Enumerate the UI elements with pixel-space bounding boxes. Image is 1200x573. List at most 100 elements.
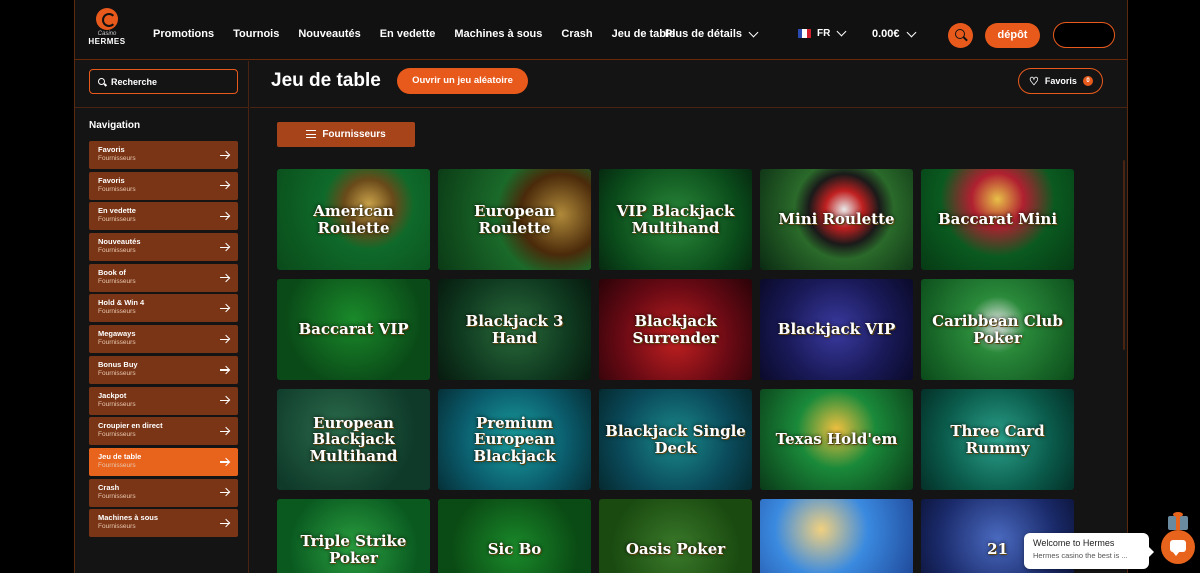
game-title: Premium European Blackjack	[473, 413, 556, 465]
more-menu-label: Plus de détails	[665, 28, 743, 40]
sidebar-search-input[interactable]: Recherche	[89, 69, 238, 94]
language-selector[interactable]: FR	[798, 26, 847, 39]
game-tile[interactable]: Blackjack VIP	[760, 279, 913, 380]
sidebar-item[interactable]: Megaways Fournisseurs	[89, 325, 238, 354]
game-tile[interactable]: Three Card Rummy	[921, 389, 1074, 490]
game-tile[interactable]: Blackjack Single Deck	[599, 389, 752, 490]
chat-icon[interactable]	[1161, 530, 1195, 564]
game-title: Baccarat Mini	[937, 210, 1058, 229]
brand-name: HERMES	[88, 37, 126, 46]
game-tile[interactable]: Triple Strike Poker	[277, 499, 430, 573]
game-title: Three Card Rummy	[950, 422, 1045, 457]
game-tile[interactable]	[760, 499, 913, 573]
scrollbar[interactable]	[1123, 160, 1125, 350]
divider	[250, 107, 1127, 108]
random-game-button[interactable]: Ouvrir un jeu aléatoire	[397, 68, 528, 94]
deposit-button[interactable]: dépôt	[985, 23, 1040, 48]
game-tile[interactable]: American Roulette	[277, 169, 430, 270]
arrow-right-icon	[220, 488, 230, 498]
sidebar-item[interactable]: Favoris Fournisseurs	[89, 141, 238, 169]
nav-item-nouveautes[interactable]: Nouveautés	[298, 28, 360, 40]
more-menu[interactable]: Plus de détails	[665, 27, 759, 40]
sidebar-item-sub: Fournisseurs	[98, 339, 136, 347]
sidebar-item[interactable]: En vedette Fournisseurs	[89, 202, 238, 231]
sidebar-item-label: Megaways	[98, 329, 136, 339]
nav-item-crash[interactable]: Crash	[561, 28, 592, 40]
game-title: American Roulette	[313, 202, 394, 237]
chevron-down-icon	[906, 27, 916, 37]
sidebar-item[interactable]: Book of Fournisseurs	[89, 263, 238, 292]
chevron-down-icon	[748, 27, 759, 37]
sidebar-item[interactable]: Jeu de table Fournisseurs	[89, 447, 238, 476]
game-tile[interactable]: VIP Blackjack Multihand	[599, 169, 752, 270]
arrow-right-icon	[220, 426, 230, 436]
sidebar-item[interactable]: Favoris Fournisseurs	[89, 171, 238, 200]
sidebar-item-sub: Fournisseurs	[98, 461, 136, 469]
divider	[75, 107, 249, 108]
sidebar-item-sub: Fournisseurs	[98, 277, 136, 285]
arrow-right-icon	[220, 365, 230, 375]
search-button[interactable]	[948, 23, 973, 48]
game-tile[interactable]: European Blackjack Multihand	[277, 389, 430, 490]
balance-value: 0.00€	[872, 28, 900, 40]
game-tile[interactable]: Baccarat Mini	[921, 169, 1074, 270]
sidebar-item-label: Machines à sous	[98, 513, 159, 523]
sidebar-item[interactable]: Crash Fournisseurs	[89, 478, 238, 507]
nav-item-machines[interactable]: Machines à sous	[454, 28, 542, 40]
nav-item-tournois[interactable]: Tournois	[233, 28, 279, 40]
game-title: Caribbean Club Poker	[932, 312, 1063, 347]
game-grid: American Roulette European Roulette VIP Bl…	[277, 169, 1075, 573]
sidebar-item[interactable]: Croupier en direct Fournisseurs	[89, 417, 238, 446]
game-tile[interactable]: Sic Bo	[438, 499, 591, 573]
game-tile[interactable]: Premium European Blackjack	[438, 389, 591, 490]
heart-icon: ♡	[1029, 75, 1039, 88]
chat-popup[interactable]: Welcome to Hermes Hermes casino the best…	[1024, 533, 1154, 569]
search-icon	[98, 78, 105, 85]
game-tile[interactable]: Texas Hold'em	[760, 389, 913, 490]
sidebar-search-placeholder: Recherche	[111, 76, 158, 87]
sidebar-title: Navigation	[89, 120, 141, 131]
game-tile[interactable]: European Roulette	[438, 169, 591, 270]
hermes-logo-icon	[96, 8, 118, 30]
main-nav: Promotions Tournois Nouveautés En vedett…	[153, 28, 694, 40]
account-button[interactable]	[1053, 22, 1115, 48]
arrow-right-icon	[220, 303, 230, 313]
sidebar-item-label: Jackpot	[98, 390, 127, 400]
sidebar-item-sub: Fournisseurs	[98, 523, 136, 531]
sidebar-item-label: Croupier en direct	[98, 421, 163, 431]
balance-selector[interactable]: 0.00€	[872, 27, 916, 40]
language-label: FR	[817, 28, 831, 39]
page-title: Jeu de table	[271, 70, 381, 91]
providers-filter-button[interactable]: Fournisseurs	[277, 122, 415, 147]
nav-item-en-vedette[interactable]: En vedette	[380, 28, 436, 40]
game-tile[interactable]: Blackjack 3 Hand	[438, 279, 591, 380]
top-header: Casino HERMES Promotions Tournois Nouvea…	[75, 0, 1127, 60]
game-tile[interactable]: Mini Roulette	[760, 169, 913, 270]
sidebar-item-label: Favoris	[98, 145, 125, 154]
game-tile[interactable]: Baccarat VIP	[277, 279, 430, 380]
sidebar-item[interactable]: Nouveautés Fournisseurs	[89, 233, 238, 262]
page-frame: Casino HERMES Promotions Tournois Nouvea…	[74, 0, 1128, 573]
game-tile[interactable]: Oasis Poker	[599, 499, 752, 573]
game-title: Mini Roulette	[778, 210, 895, 229]
sidebar-item-label: En vedette	[98, 206, 136, 216]
sidebar-item-sub: Fournisseurs	[98, 400, 136, 408]
game-title: Blackjack 3 Hand	[465, 312, 564, 347]
gift-icon[interactable]	[1163, 512, 1193, 530]
sidebar-item[interactable]: Bonus Buy Fournisseurs	[89, 355, 238, 384]
sidebar-item[interactable]: Machines à sous Fournisseurs	[89, 509, 238, 538]
sidebar-item[interactable]: Hold & Win 4 Fournisseurs	[89, 294, 238, 323]
game-tile[interactable]: Caribbean Club Poker	[921, 279, 1074, 380]
favorites-button[interactable]: ♡ Favoris 0	[1018, 68, 1103, 94]
nav-item-promotions[interactable]: Promotions	[153, 28, 214, 40]
sidebar-item-label: Book of	[98, 267, 126, 277]
game-tile[interactable]: Blackjack Surrender	[599, 279, 752, 380]
game-title: VIP Blackjack Multihand	[616, 202, 735, 237]
providers-label: Fournisseurs	[322, 129, 386, 140]
arrow-right-icon	[220, 150, 230, 160]
arrow-right-icon	[220, 334, 230, 344]
sidebar-item[interactable]: Jackpot Fournisseurs	[89, 386, 238, 415]
game-title: Texas Hold'em	[775, 430, 898, 449]
sidebar-item-sub: Fournisseurs	[98, 369, 136, 377]
brand-logo[interactable]: Casino HERMES	[87, 8, 127, 48]
